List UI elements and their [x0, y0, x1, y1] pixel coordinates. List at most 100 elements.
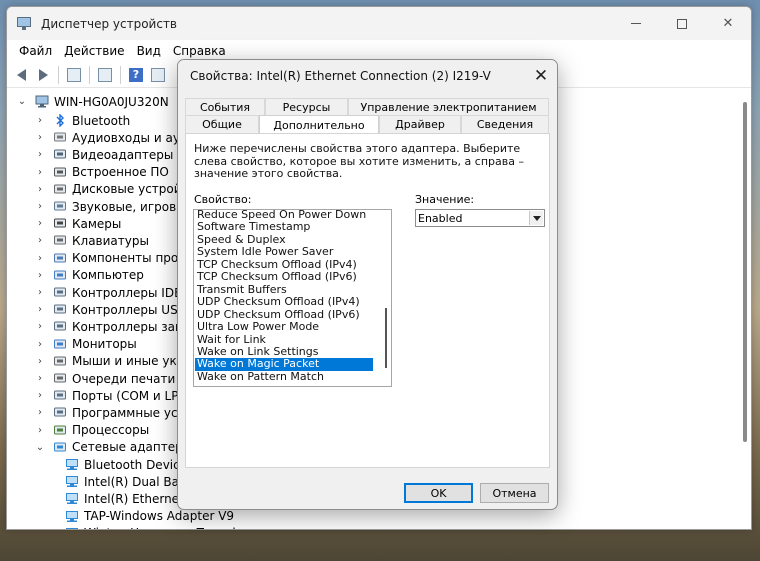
chevron-right-icon[interactable]: › — [35, 390, 45, 401]
chevron-right-icon[interactable]: › — [35, 287, 45, 298]
tree-category[interactable]: › Контроллеры USB — [35, 301, 186, 318]
chevron-right-icon[interactable]: › — [35, 218, 45, 229]
tree-category[interactable]: › Очереди печати — [35, 370, 175, 387]
menu-view[interactable]: Вид — [131, 44, 167, 58]
close-icon: ✕ — [722, 16, 734, 31]
toolbar-separator — [58, 65, 59, 84]
menu-file[interactable]: Файл — [13, 44, 58, 58]
tab-driver[interactable]: Драйвер — [379, 115, 461, 133]
tree-category-label: Очереди печати — [72, 371, 176, 386]
tab-general[interactable]: Общие — [185, 115, 259, 133]
chevron-right-icon[interactable]: › — [35, 132, 45, 143]
toolbar-separator — [89, 65, 90, 84]
tree-category[interactable]: › Встроенное ПО — [35, 164, 169, 181]
tree-category-label: Компьютер — [72, 268, 144, 283]
ok-button[interactable]: OK — [404, 483, 473, 503]
chevron-right-icon[interactable]: › — [35, 321, 45, 332]
tree-category[interactable]: › Bluetooth — [35, 112, 130, 129]
property-item[interactable]: Ultra Low Power Mode — [195, 321, 373, 334]
processor-icon — [53, 424, 67, 437]
dialog-title-bar[interactable]: Свойства: Intel(R) Ethernet Connection (… — [178, 60, 557, 91]
chevron-right-icon[interactable]: › — [35, 356, 45, 367]
help-button[interactable]: ? — [126, 65, 146, 85]
network-adapter-icon — [65, 492, 79, 505]
tree-root[interactable]: ⌄ WIN-HG0A0JU320N — [17, 93, 169, 110]
tree-device[interactable]: Intel(R) Dual Band — [57, 473, 194, 490]
tabs-front-row: Общие Дополнительно Драйвер Сведения — [185, 115, 549, 134]
menu-action[interactable]: Действие — [58, 44, 130, 58]
chevron-down-icon[interactable]: ⌄ — [35, 442, 45, 453]
value-dropdown[interactable]: Enabled — [415, 209, 545, 227]
chevron-right-icon[interactable]: › — [35, 253, 45, 264]
close-icon: ✕ — [533, 65, 549, 86]
speaker-icon — [53, 131, 67, 144]
chevron-right-icon[interactable]: › — [35, 201, 45, 212]
back-button[interactable] — [11, 65, 31, 85]
maximize-button[interactable] — [659, 7, 705, 40]
tree-category[interactable]: › Камеры — [35, 215, 121, 232]
tab-power-management[interactable]: Управление электропитанием — [348, 98, 549, 116]
property-list-scroll-thumb[interactable] — [385, 308, 387, 368]
minimize-button[interactable] — [613, 7, 659, 40]
tree-device[interactable]: Intel(R) Ethernet C — [57, 490, 196, 507]
property-list-scrollbar[interactable] — [379, 210, 391, 386]
tab-advanced[interactable]: Дополнительно — [259, 115, 379, 134]
property-item[interactable]: System Idle Power Saver — [195, 246, 373, 259]
toolbar-separator — [120, 65, 121, 84]
property-item[interactable]: Wake on Pattern Match — [195, 370, 373, 384]
sound-icon — [53, 200, 67, 213]
chevron-right-icon[interactable]: › — [35, 149, 45, 160]
dialog-close-button[interactable]: ✕ — [525, 60, 557, 91]
advanced-tab-panel: Ниже перечислены свойства этого адаптера… — [185, 133, 550, 468]
forward-button[interactable] — [33, 65, 53, 85]
menu-help[interactable]: Справка — [167, 44, 232, 58]
dropdown-arrow-icon[interactable] — [529, 211, 543, 225]
tab-details[interactable]: Сведения — [461, 115, 549, 133]
network-adapter-icon — [53, 441, 67, 454]
property-list[interactable]: Reduce Speed On Power Down Software Times… — [193, 209, 392, 387]
properties-button[interactable] — [95, 65, 115, 85]
dialog-title: Свойства: Intel(R) Ethernet Connection (… — [190, 68, 491, 83]
tree-category[interactable]: › Видеоадаптеры — [35, 146, 173, 163]
tree-category[interactable]: › Мыши и иные указ — [35, 353, 190, 370]
close-button[interactable]: ✕ — [705, 7, 751, 40]
chevron-right-icon[interactable]: › — [35, 373, 45, 384]
chevron-right-icon[interactable]: › — [35, 339, 45, 350]
tab-events[interactable]: События — [185, 98, 265, 116]
tree-device[interactable]: Bluetooth Device — [57, 456, 187, 473]
tree-category[interactable]: › Порты (COM и LPT) — [35, 387, 190, 404]
tree-category[interactable]: › Компьютер — [35, 267, 144, 284]
scan-hardware-button[interactable] — [148, 65, 168, 85]
ide-controller-icon — [53, 286, 67, 299]
tab-resources[interactable]: Ресурсы — [265, 98, 348, 116]
chevron-right-icon[interactable]: › — [35, 425, 45, 436]
chevron-right-icon[interactable]: › — [35, 304, 45, 315]
chevron-right-icon[interactable]: › — [35, 270, 45, 281]
tree-category[interactable]: › Программные устро — [35, 404, 200, 421]
tree-category[interactable]: › Процессоры — [35, 422, 149, 439]
chevron-right-icon[interactable]: › — [35, 235, 45, 246]
chevron-right-icon[interactable]: › — [35, 167, 45, 178]
tree-category[interactable]: ⌄ Сетевые адаптеры — [35, 439, 192, 456]
title-bar[interactable]: Диспетчер устройств ✕ — [7, 7, 751, 40]
tree-category[interactable]: › Клавиатуры — [35, 232, 149, 249]
cancel-button[interactable]: Отмена — [480, 483, 549, 503]
chevron-right-icon[interactable]: › — [35, 407, 45, 418]
chevron-right-icon[interactable]: › — [35, 115, 45, 126]
property-item[interactable]: UDP Checksum Offload (IPv4) — [195, 296, 373, 309]
tree-category[interactable]: › Контроллеры запом — [35, 318, 199, 335]
tree-scrollbar[interactable] — [743, 102, 747, 442]
computer-icon — [53, 269, 67, 282]
tree-category-label: Bluetooth — [72, 113, 131, 128]
show-hide-tree-button[interactable] — [64, 65, 84, 85]
usb-icon — [53, 303, 67, 316]
tree-category-label: Контроллеры USB — [72, 302, 186, 317]
property-item[interactable]: TCP Checksum Offload (IPv6) — [195, 271, 373, 284]
keyboard-icon — [53, 234, 67, 247]
tree-device[interactable]: Wintun Userspace Tunnel — [57, 525, 236, 529]
monitor-icon — [53, 338, 67, 351]
tree-category[interactable]: › Мониторы — [35, 336, 137, 353]
tree-device[interactable]: TAP-Windows Adapter V9 — [57, 508, 234, 525]
tree-category[interactable]: › Компоненты програ — [35, 250, 200, 267]
chevron-right-icon[interactable]: › — [35, 184, 45, 195]
